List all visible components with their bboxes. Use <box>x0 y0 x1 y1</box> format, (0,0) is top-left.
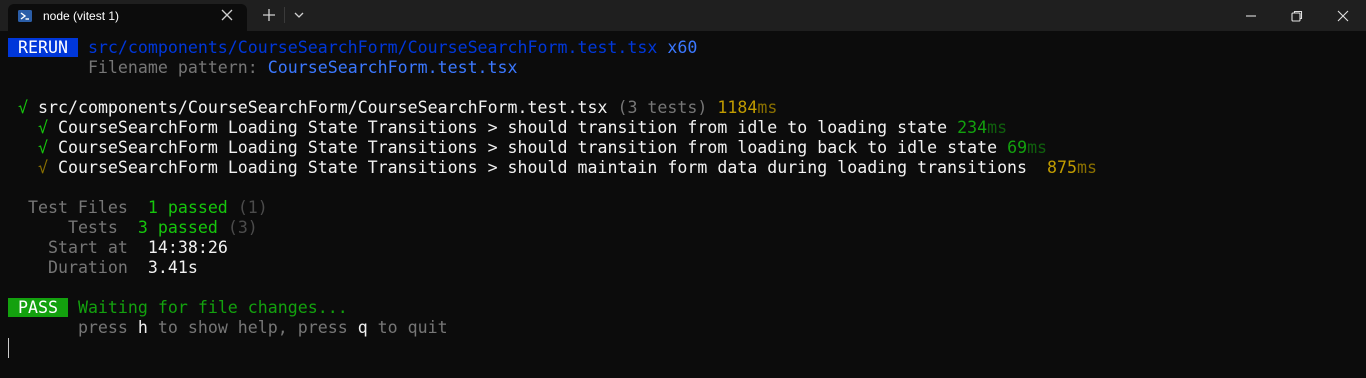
test-row: √ CourseSearchForm Loading State Transit… <box>8 158 1097 178</box>
pass-line: PASS Waiting for file changes... <box>8 298 348 318</box>
filename-pattern-line: Filename pattern: CourseSearchForm.test.… <box>8 58 518 78</box>
summary-start: Start at 14:38:26 <box>8 238 228 258</box>
test-duration-unit: ms <box>1027 138 1048 157</box>
help-line: press h to show help, press q to quit <box>8 318 448 338</box>
rerun-badge: RERUN <box>8 38 78 57</box>
check-icon: √ <box>37 118 48 137</box>
summary-label: Start at <box>47 238 128 257</box>
minimize-button[interactable] <box>1228 0 1274 31</box>
test-duration-unit: ms <box>1077 158 1097 177</box>
powershell-icon <box>18 10 32 22</box>
summary-total: (3) <box>227 218 258 237</box>
help-text: to show help, press <box>147 318 358 337</box>
check-icon: √ <box>18 98 28 117</box>
test-duration: 875 <box>1047 158 1078 177</box>
plus-icon[interactable] <box>261 7 277 23</box>
pattern-value: CourseSearchForm.test.tsx <box>267 58 518 77</box>
test-name: CourseSearchForm Loading State Transitio… <box>57 118 948 137</box>
summary-label: Tests <box>67 218 118 237</box>
summary-passed: 1 passed <box>147 198 228 217</box>
summary-test-files: Test Files 1 passed (1) <box>8 198 268 218</box>
terminal-output[interactable]: RERUN src/components/CourseSearchForm/Co… <box>0 31 1366 378</box>
summary-value: 3.41s <box>147 258 198 277</box>
suite-tests-count: (3 tests) <box>617 98 708 117</box>
test-row: √ CourseSearchForm Loading State Transit… <box>8 118 1007 138</box>
close-icon <box>1337 10 1349 22</box>
test-duration: 234 <box>957 118 988 137</box>
test-row: √ CourseSearchForm Loading State Transit… <box>8 138 1047 158</box>
summary-tests: Tests 3 passed (3) <box>8 218 258 238</box>
text-cursor <box>8 338 9 358</box>
restore-icon <box>1291 10 1303 22</box>
test-name: CourseSearchForm Loading State Transitio… <box>57 138 998 157</box>
waiting-message: Waiting for file changes... <box>77 298 348 317</box>
rerun-path: src/components/CourseSearchForm/CourseSe… <box>87 38 658 57</box>
chevron-down-icon[interactable] <box>291 7 307 23</box>
rerun-line: RERUN src/components/CourseSearchForm/Co… <box>8 38 697 58</box>
check-icon: √ <box>37 158 48 177</box>
summary-duration: Duration 3.41s <box>8 258 198 278</box>
suite-file: src/components/CourseSearchForm/CourseSe… <box>38 98 608 117</box>
terminal-window: node (vitest 1) RERUN src/components/Cou… <box>0 0 1366 378</box>
test-name: CourseSearchForm Loading State Transitio… <box>57 158 1028 177</box>
tab-close-icon[interactable] <box>220 8 234 22</box>
summary-passed: 3 passed <box>137 218 218 237</box>
restore-button[interactable] <box>1274 0 1320 31</box>
suite-duration-unit: ms <box>757 98 778 117</box>
suite-line: √ src/components/CourseSearchForm/Course… <box>8 98 777 118</box>
suite-duration: 1184 <box>717 98 758 117</box>
check-icon: √ <box>37 138 48 157</box>
help-text: to quit <box>367 318 448 337</box>
help-key: h <box>137 318 148 337</box>
close-button[interactable] <box>1320 0 1366 31</box>
summary-label: Duration <box>47 258 128 277</box>
tab-node-vitest[interactable]: node (vitest 1) <box>8 4 247 31</box>
summary-value: 14:38:26 <box>147 238 228 257</box>
test-duration: 69 <box>1007 138 1028 157</box>
help-text: press <box>77 318 138 337</box>
rerun-count: x60 <box>667 38 698 57</box>
pass-badge: PASS <box>8 298 68 317</box>
title-bar: node (vitest 1) <box>0 0 1366 31</box>
pattern-label: Filename pattern: <box>87 58 268 77</box>
quit-key: q <box>357 318 368 337</box>
tab-title: node (vitest 1) <box>43 9 120 23</box>
summary-total: (1) <box>237 198 268 217</box>
minimize-icon <box>1246 15 1256 17</box>
test-duration-unit: ms <box>987 118 1008 137</box>
summary-label: Test Files <box>27 198 128 217</box>
tab-separator <box>284 7 285 23</box>
